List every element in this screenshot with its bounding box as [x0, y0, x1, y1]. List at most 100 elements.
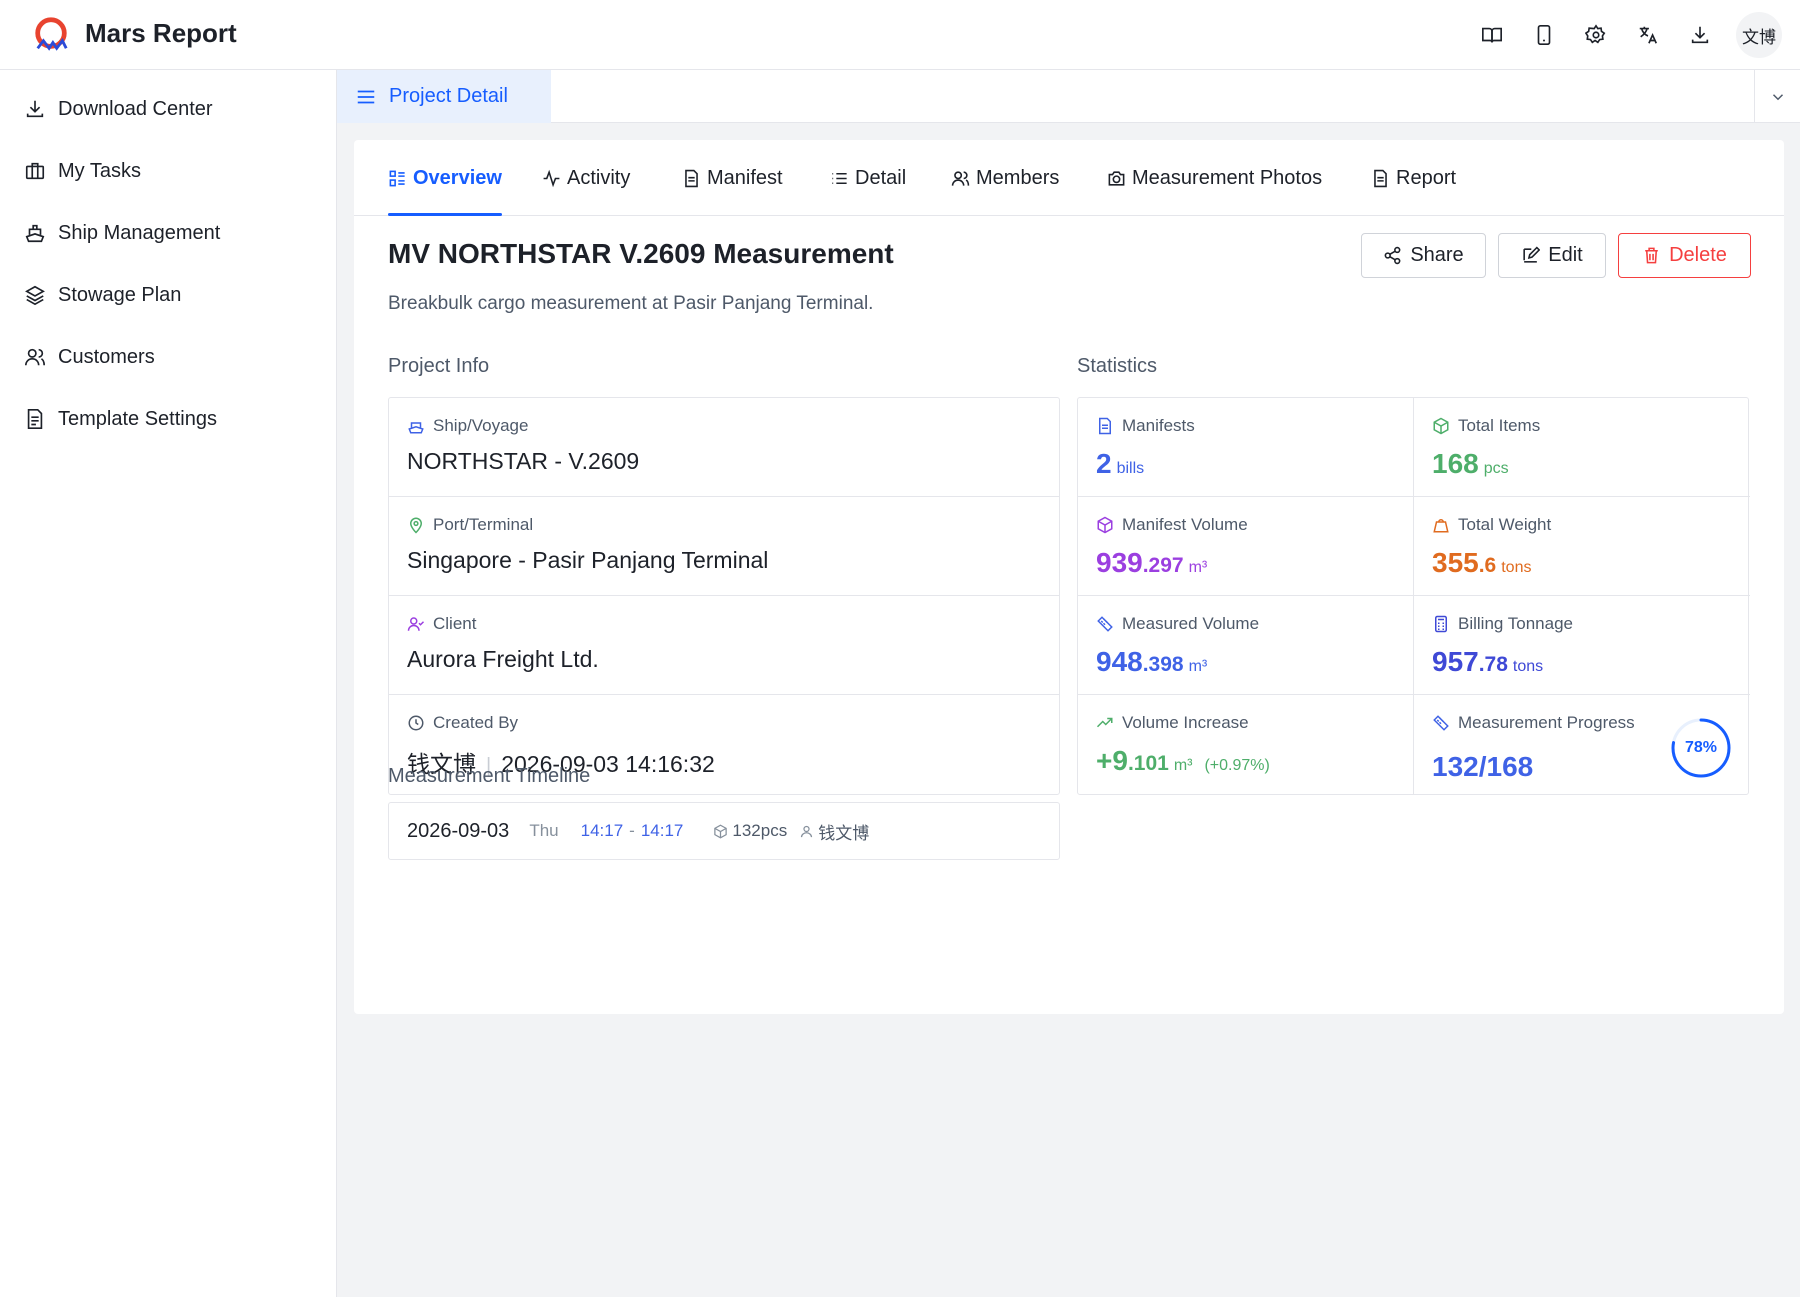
user-check-icon [407, 617, 425, 631]
briefcase-icon [25, 162, 45, 180]
translate-icon[interactable] [1628, 13, 1668, 57]
stat-value: +9.101 m³ (+0.97%) [1096, 745, 1413, 777]
stat-unit: pcs [1483, 460, 1509, 477]
stat-unit: tons [1501, 559, 1532, 576]
tab-report[interactable]: Report [1371, 140, 1456, 216]
sidebar-item-label: Ship Management [58, 221, 221, 244]
tab-members[interactable]: Members [951, 140, 1059, 216]
tab-label: Project Detail [389, 85, 508, 107]
stat-label: Billing Tonnage [1458, 614, 1573, 633]
trash-icon [1645, 247, 1658, 264]
share-icon [1384, 246, 1401, 265]
timeline-date: 2026-09-03 [407, 819, 510, 842]
app-title: Mars Report [85, 18, 237, 48]
delete-button[interactable]: Delete [1618, 233, 1751, 278]
stat-label: Manifests [1122, 416, 1195, 435]
tab-dropdown-button[interactable] [1754, 70, 1800, 123]
stat-decimal: .6 [1478, 554, 1497, 577]
mars-logo-icon [35, 17, 68, 51]
download-icon[interactable] [1680, 13, 1720, 57]
gear-icon[interactable] [1576, 13, 1616, 57]
statistics-heading: Statistics [1077, 355, 1158, 377]
tab-overview[interactable]: Overview [388, 140, 502, 216]
ship-voyage-label: Ship/Voyage [433, 416, 529, 435]
stat-label: Manifest Volume [1122, 515, 1248, 534]
document-icon [1099, 417, 1111, 435]
book-icon[interactable] [1472, 13, 1512, 57]
stat-value: 957.78 tons [1432, 646, 1750, 678]
sidebar-item-template-settings[interactable]: Template Settings [0, 388, 336, 450]
avatar[interactable]: 文博 [1736, 12, 1782, 58]
stat-value: 2 bills [1096, 448, 1413, 480]
sidebar-item-stowage-plan[interactable]: Stowage Plan [0, 264, 336, 326]
tab-project-detail[interactable]: Project Detail [337, 70, 551, 123]
stat-decimal: .297 [1142, 554, 1184, 577]
user-icon [801, 825, 813, 837]
edit-button[interactable]: Edit [1498, 233, 1606, 278]
project-card: Overview Activity Manifest Detail Member… [354, 140, 1784, 1014]
tab-activity[interactable]: Activity [542, 140, 630, 216]
stat-label: Total Items [1458, 416, 1541, 435]
ruler-icon [1097, 616, 1113, 632]
progress-percent: 78% [1684, 739, 1718, 756]
document-icon [685, 169, 698, 187]
stat-integer: 939 [1096, 547, 1143, 578]
share-label: Share [1410, 244, 1464, 266]
page-tabbar: Project Detail [337, 70, 1800, 123]
sidebar-item-download-center[interactable]: Download Center [0, 78, 336, 140]
stat-unit: tons [1512, 658, 1544, 675]
mobile-icon[interactable] [1524, 13, 1564, 57]
port-terminal-label: Port/Terminal [433, 515, 534, 534]
page-title: MV NORTHSTAR V.2609 Measurement [388, 238, 894, 269]
edit-label: Edit [1548, 244, 1583, 266]
stat-unit: m³ [1173, 757, 1193, 774]
edit-icon [1523, 246, 1541, 263]
package-icon [714, 824, 728, 838]
timeline-start: 14:17 [580, 821, 624, 840]
tab-measurement-photos[interactable]: Measurement Photos [1107, 140, 1322, 216]
sidebar-item-label: Template Settings [58, 407, 217, 430]
document-icon [1374, 169, 1387, 187]
subtabs: Overview Activity Manifest Detail Member… [354, 140, 1784, 216]
share-button[interactable]: Share [1361, 233, 1486, 278]
sidebar-item-label: Download Center [58, 97, 213, 120]
project-info-box: Ship/Voyage NORTHSTAR - V.2609 Port/Term… [388, 397, 1060, 795]
timeline-row[interactable]: 2026-09-03 Thu 14:17-14:17 132pcs 钱文博 [388, 802, 1060, 860]
stat-unit: m³ [1188, 559, 1208, 576]
time-dash: - [629, 821, 635, 840]
project-info-heading: Project Info [388, 355, 490, 377]
stat-unit: m³ [1188, 658, 1208, 675]
stat-integer: 948 [1096, 646, 1143, 677]
stat-measured-volume: Measured Volume 948.398 m³ [1078, 596, 1414, 695]
sidebar-item-ship-management[interactable]: Ship Management [0, 202, 336, 264]
list-icon [832, 172, 847, 184]
ruler-icon [1433, 715, 1449, 731]
users-icon [25, 348, 45, 366]
location-pin-icon [409, 517, 423, 534]
stat-decimal: .101 [1127, 752, 1169, 775]
timeline-heading: Measurement Timeline [388, 765, 591, 787]
sidebar-item-my-tasks[interactable]: My Tasks [0, 140, 336, 202]
stat-label: Measurement Progress [1458, 713, 1635, 732]
tab-manifest[interactable]: Manifest [682, 140, 783, 216]
timeline-day: Thu [529, 821, 559, 840]
stat-label: Volume Increase [1122, 713, 1249, 732]
top-bar: Mars Report 文博 [0, 0, 1800, 70]
tab-detail[interactable]: Detail [830, 140, 906, 216]
tab-label: Activity [567, 166, 631, 189]
ship-voyage-value: NORTHSTAR - V.2609 [407, 448, 640, 474]
timeline-user-name: 钱文博 [818, 823, 870, 843]
sidebar-item-customers[interactable]: Customers [0, 326, 336, 388]
camera-icon [1108, 170, 1125, 186]
sidebar-item-label: My Tasks [58, 159, 141, 182]
timeline-time-range: 14:17-14:17 [581, 821, 684, 841]
project-description: Breakbulk cargo measurement at Pasir Pan… [388, 293, 874, 314]
menu-icon [357, 90, 375, 103]
stat-decimal: .398 [1142, 653, 1184, 676]
stat-manifest-volume: Manifest Volume 939.297 m³ [1078, 497, 1414, 596]
package-icon [1433, 417, 1449, 435]
tab-label: Overview [413, 166, 502, 189]
timeline-end: 14:17 [640, 821, 684, 840]
stat-value: 948.398 m³ [1096, 646, 1413, 678]
stat-value: 355.6 tons [1432, 547, 1750, 579]
